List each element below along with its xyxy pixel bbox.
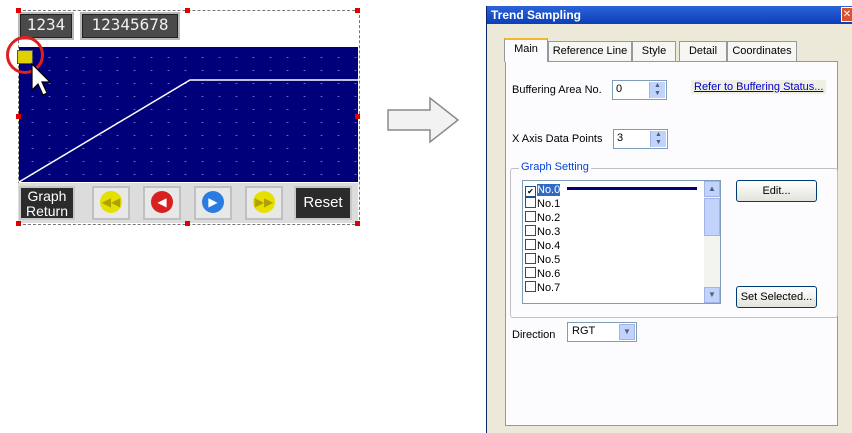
graph-return-label-line1: Graph	[27, 188, 67, 204]
list-item[interactable]: No.5	[525, 253, 560, 267]
resize-handle[interactable]	[185, 8, 190, 13]
checkbox[interactable]	[525, 281, 536, 292]
resize-handle[interactable]	[355, 114, 360, 119]
checkbox[interactable]	[525, 239, 536, 250]
scroll-down-icon[interactable]: ▼	[704, 287, 720, 303]
tab-reference-line[interactable]: Reference Line	[548, 41, 632, 61]
resize-handle[interactable]	[16, 114, 21, 119]
resize-handle[interactable]	[355, 8, 360, 13]
scroll-fast-back-button[interactable]: ◀◀	[92, 186, 130, 220]
x-axis-data-points-value: 3	[617, 132, 624, 144]
list-item[interactable]: ✔ No.0	[525, 183, 705, 197]
scroll-thumb[interactable]	[704, 198, 720, 236]
buffering-area-label: Buffering Area No.	[512, 84, 602, 96]
left-arrow-icon: ◀	[157, 195, 167, 209]
buffering-area-value: 0	[616, 83, 623, 95]
scroll-forward-button[interactable]: ▶	[194, 186, 232, 220]
resize-handle[interactable]	[16, 8, 21, 13]
tab-detail[interactable]: Detail	[679, 41, 727, 61]
buffering-area-spinner[interactable]: 0 ▲ ▼	[612, 80, 667, 100]
screen-editor-canvas: 1234 12345678 Graph Return ◀◀ ◀ ▶ ▶▶ Res…	[0, 0, 370, 232]
graph-return-button[interactable]: Graph Return	[19, 186, 75, 220]
refer-buffering-status-link[interactable]: Refer to Buffering Status...	[691, 80, 827, 94]
list-item[interactable]: No.2	[525, 211, 560, 225]
reset-button[interactable]: Reset	[294, 186, 352, 220]
checkbox[interactable]	[525, 253, 536, 264]
right-arrow-icon	[387, 96, 460, 144]
list-item[interactable]: No.3	[525, 225, 560, 239]
checkbox[interactable]	[525, 267, 536, 278]
list-item[interactable]: No.4	[525, 239, 560, 253]
trend-line-plot	[19, 79, 358, 182]
tab-style[interactable]: Style	[632, 41, 676, 61]
graph-return-label-line2: Return	[25, 203, 69, 219]
list-item[interactable]: No.7	[525, 281, 560, 295]
trend-graph-area[interactable]	[19, 47, 358, 182]
tab-main[interactable]: Main	[504, 38, 548, 62]
graph-setting-label: Graph Setting	[519, 161, 591, 173]
double-right-arrow-icon: ▶▶	[254, 195, 274, 209]
list-item[interactable]: No.1	[525, 197, 560, 211]
x-axis-data-points-spinner[interactable]: 3 ▲ ▼	[613, 129, 668, 149]
x-axis-data-points-label: X Axis Data Points	[512, 133, 603, 145]
checkbox[interactable]	[525, 225, 536, 236]
spinner-arrows-icon[interactable]: ▲ ▼	[650, 131, 666, 147]
scroll-back-button[interactable]: ◀	[143, 186, 181, 220]
direction-select[interactable]: RGT ▼	[567, 322, 637, 342]
checkbox[interactable]	[525, 211, 536, 222]
right-arrow-icon: ▶	[208, 195, 218, 209]
resize-handle[interactable]	[16, 221, 21, 226]
resize-handle[interactable]	[185, 221, 190, 226]
tab-coordinates[interactable]: Coordinates	[727, 41, 797, 61]
set-selected-button[interactable]: Set Selected...	[736, 286, 817, 308]
list-scrollbar[interactable]: ▲ ▼	[704, 181, 720, 303]
scroll-up-icon[interactable]: ▲	[704, 181, 720, 197]
checkbox[interactable]	[525, 197, 536, 208]
direction-label: Direction	[512, 329, 556, 341]
trend-line	[19, 79, 358, 182]
direction-value: RGT	[572, 325, 596, 337]
spinner-arrows-icon[interactable]: ▲ ▼	[649, 82, 665, 98]
edit-button[interactable]: Edit...	[736, 180, 817, 202]
scroll-fast-forward-button[interactable]: ▶▶	[245, 186, 283, 220]
close-icon[interactable]: ✕	[841, 7, 852, 22]
checkbox-checked[interactable]: ✔	[525, 186, 536, 197]
dialog-title: Trend Sampling	[487, 6, 852, 24]
list-item[interactable]: No.6	[525, 267, 560, 281]
graph-list[interactable]: ✔ No.0 No.1 No.2 No.3 No.4 No.5 No.6 No.7…	[522, 180, 721, 304]
lcd-display-2[interactable]: 12345678	[80, 12, 180, 40]
resize-handle[interactable]	[355, 221, 360, 226]
double-left-arrow-icon: ◀◀	[101, 195, 121, 209]
chevron-down-icon[interactable]: ▼	[619, 324, 635, 340]
series-line-swatch	[567, 187, 698, 190]
mouse-cursor-icon	[31, 62, 52, 96]
